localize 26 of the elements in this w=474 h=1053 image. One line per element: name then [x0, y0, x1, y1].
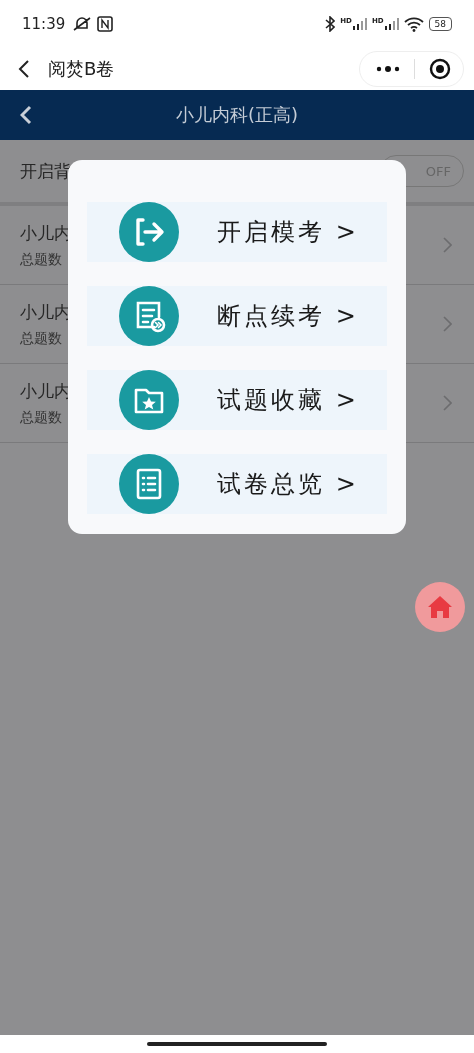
header-title: 小儿内科(正高)	[175, 103, 298, 127]
menu-item[interactable]: 开启模考 >	[87, 202, 387, 262]
item-subtitle: 总题数	[20, 408, 63, 427]
signal-icon	[384, 18, 399, 30]
signal-icon	[352, 18, 367, 30]
menu-item[interactable]: 试卷总览 >	[87, 454, 387, 514]
setting-label: 开启背	[20, 159, 71, 183]
bluetooth-icon	[325, 16, 336, 32]
chevron-icon	[443, 316, 452, 332]
item-subtitle: 总题数	[20, 329, 63, 348]
battery-level: 58	[428, 17, 452, 31]
page-title: 阅焚B卷	[48, 57, 115, 81]
menu-item[interactable]: 断点续考 >	[87, 286, 387, 346]
chevron-icon	[443, 395, 452, 411]
item-subtitle: 总题数	[20, 250, 63, 269]
status-time: 11:39	[22, 15, 66, 33]
wifi-icon	[403, 16, 424, 32]
close-icon[interactable]	[429, 58, 451, 80]
back-icon[interactable]	[18, 59, 30, 79]
document-play-icon	[119, 286, 179, 346]
mute-icon	[72, 16, 93, 32]
nfc-icon	[97, 16, 114, 32]
more-icon[interactable]	[376, 65, 400, 73]
menu-item[interactable]: 试题收藏 >	[87, 370, 387, 430]
chevron-icon	[443, 237, 452, 253]
list-icon	[119, 454, 179, 514]
